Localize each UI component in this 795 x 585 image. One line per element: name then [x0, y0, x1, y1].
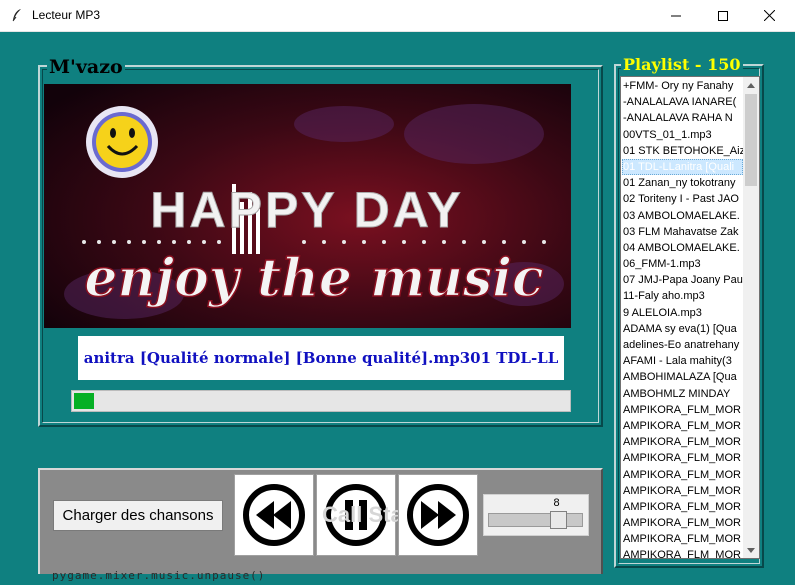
playlist-scrollbar[interactable] — [743, 77, 759, 558]
playlist-item[interactable]: 00VTS_01_1.mp3 — [622, 127, 743, 143]
playlist-item[interactable]: AMBOHMLZ MINDAY — [622, 386, 743, 402]
banner-image: HAPPY DAY enjoy the music — [44, 84, 571, 328]
minimize-icon — [671, 15, 681, 16]
playlist-item[interactable]: AMBOHIMALAZA [Qua — [622, 369, 743, 385]
previous-button[interactable] — [234, 474, 314, 556]
next-button[interactable] — [398, 474, 478, 556]
playlist-item[interactable]: +FMM- Ory ny Fanahy — [622, 78, 743, 94]
background-code-text: pygame.mixer.music.unpause() — [52, 569, 266, 582]
volume-slider[interactable]: 8 — [483, 494, 589, 536]
playlist-item[interactable]: AMPIKORA_FLM_MOR — [622, 515, 743, 531]
banner-art: HAPPY DAY enjoy the music — [44, 84, 571, 328]
load-songs-button[interactable]: Charger des chansons — [53, 500, 223, 531]
playlist-item[interactable]: 01 STK BETOHOKE_Aiza — [622, 143, 743, 159]
chevron-up-icon — [747, 82, 755, 88]
chevron-down-icon — [747, 547, 755, 553]
close-icon — [763, 10, 775, 21]
background-code-strip: pygame.mixer.music.unpause() — [0, 569, 795, 585]
playlist-item[interactable]: 01 TDL-LLanitra [Quali — [622, 158, 743, 176]
scroll-up-button[interactable] — [743, 77, 759, 93]
title-bar: Lecteur MP3 — [0, 0, 795, 32]
playlist-item[interactable]: 03 FLM Mahavatse Zak — [622, 224, 743, 240]
playlist-item[interactable]: ADAMA sy eva(1) [Qua — [622, 321, 743, 337]
fast-forward-icon — [407, 484, 469, 546]
player-group-label: M'vazo — [47, 56, 125, 78]
pause-button[interactable] — [316, 474, 396, 556]
playlist-item[interactable]: AMPIKORA_FLM_MOR — [622, 499, 743, 515]
playlist-item[interactable]: AMPIKORA_FLM_MOR — [622, 418, 743, 434]
playlist-item[interactable]: AMPIKORA_FLM_MOR — [622, 531, 743, 547]
now-playing-text: anitra [Qualité normale] [Bonne qualité]… — [83, 349, 559, 367]
banner-line2: enjoy the music — [84, 248, 543, 309]
close-button[interactable] — [746, 0, 792, 31]
playlist-item[interactable]: AMPIKORA_FLM_MOR — [622, 450, 743, 466]
maximize-icon — [718, 10, 728, 21]
playlist-item[interactable]: AFAMI - Lala mahity(3 — [622, 353, 743, 369]
pause-icon — [325, 484, 387, 546]
playlist-item[interactable]: 11-Faly aho.mp3 — [622, 288, 743, 304]
volume-track[interactable] — [488, 513, 583, 527]
playlist-item[interactable]: -ANALALAVA IANARE( — [622, 94, 743, 110]
progress-fill — [74, 393, 94, 409]
scroll-thumb[interactable] — [745, 94, 757, 186]
maximize-button[interactable] — [700, 0, 746, 31]
minimize-button[interactable] — [653, 0, 699, 31]
playlist-item[interactable]: 9 ALELOIA.mp3 — [622, 305, 743, 321]
playlist-item[interactable]: AMPIKORA_FLM_MOR — [622, 547, 743, 558]
playlist-item[interactable]: AMPIKORA_FLM_MOR — [622, 467, 743, 483]
app-client-area: M'vazo HAPPY DAY enjoy the music anitra … — [0, 32, 795, 585]
playlist-items: +FMM- Ory ny Fanahy -ANALALAVA IANARE(-AN… — [622, 78, 743, 558]
playlist-item[interactable]: 04 AMBOLOMAELAKE. — [622, 240, 743, 256]
playlist-item[interactable]: 03 AMBOLOMAELAKE. — [622, 208, 743, 224]
playlist-item[interactable]: AMPIKORA_FLM_MOR — [622, 402, 743, 418]
smiley-icon — [86, 106, 158, 178]
scroll-down-button[interactable] — [743, 542, 759, 558]
volume-value: 8 — [553, 497, 560, 509]
volume-thumb[interactable] — [550, 511, 567, 529]
rewind-icon — [243, 484, 305, 546]
playlist-label: Playlist - 150 — [621, 55, 743, 75]
playlist-item[interactable]: -ANALALAVA RAHA N — [622, 110, 743, 126]
playlist-item[interactable]: 07 JMJ-Papa Joany Pau — [622, 272, 743, 288]
playlist-item[interactable]: 02 Toriteny I - Past JAO — [622, 191, 743, 207]
playlist-item[interactable]: AMPIKORA_FLM_MOR — [622, 483, 743, 499]
playlist-item[interactable]: AMPIKORA_FLM_MOR — [622, 434, 743, 450]
window-title: Lecteur MP3 — [32, 8, 101, 22]
feather-icon — [12, 9, 21, 22]
song-progress-bar — [71, 390, 571, 412]
banner-line1: HAPPY DAY — [150, 182, 463, 238]
now-playing-display: anitra [Qualité normale] [Bonne qualité]… — [78, 336, 564, 380]
playlist-item[interactable]: 06_FMM-1.mp3 — [622, 256, 743, 272]
playlist-listbox[interactable]: +FMM- Ory ny Fanahy -ANALALAVA IANARE(-AN… — [620, 76, 760, 559]
playlist-item[interactable]: 01 Zanan_ny tokotrany — [622, 175, 743, 191]
playlist-item[interactable]: adelines-Eo anatrehany — [622, 337, 743, 353]
